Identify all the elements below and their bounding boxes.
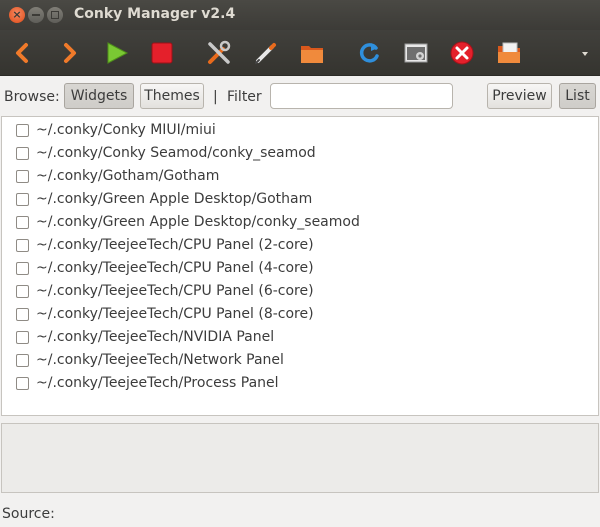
- checkbox[interactable]: [16, 261, 29, 275]
- menu-icon[interactable]: [571, 39, 591, 67]
- browse-bar: Browse: Widgets Themes | Filter Preview …: [0, 78, 600, 116]
- list-item[interactable]: ~/.conky/Green Apple Desktop/conky_seamo…: [16, 212, 360, 232]
- source-label: Source:: [2, 506, 55, 522]
- checkbox[interactable]: [16, 376, 29, 390]
- list-item[interactable]: ~/.conky/Gotham/Gotham: [16, 166, 219, 186]
- open-folder-icon[interactable]: [298, 39, 326, 67]
- next-icon[interactable]: [56, 39, 84, 67]
- start-icon[interactable]: [103, 39, 131, 67]
- checkbox[interactable]: [16, 353, 29, 367]
- checkbox[interactable]: [16, 284, 29, 298]
- separator: |: [213, 89, 218, 105]
- minimize-window-button[interactable]: [28, 7, 44, 23]
- widgets-button[interactable]: Widgets: [64, 83, 134, 109]
- checkbox[interactable]: [16, 192, 29, 206]
- stop-icon[interactable]: [148, 39, 176, 67]
- themes-button[interactable]: Themes: [140, 83, 204, 109]
- kill-icon[interactable]: [448, 39, 476, 67]
- filter-label: Filter: [227, 89, 262, 105]
- edit-icon[interactable]: [252, 39, 280, 67]
- widget-list: ~/.conky/Conky MIUI/miui ~/.conky/Conky …: [1, 116, 599, 416]
- list-item[interactable]: ~/.conky/Conky Seamod/conky_seamod: [16, 143, 316, 163]
- checkbox[interactable]: [16, 146, 29, 160]
- filter-input[interactable]: [270, 83, 453, 109]
- list-item[interactable]: ~/.conky/TeejeeTech/NVIDIA Panel: [16, 327, 274, 347]
- window-title: Conky Manager v2.4: [74, 6, 236, 22]
- list-item[interactable]: ~/.conky/TeejeeTech/Process Panel: [16, 373, 279, 393]
- refresh-icon[interactable]: [355, 39, 383, 67]
- settings-icon[interactable]: [205, 39, 233, 67]
- checkbox[interactable]: [16, 330, 29, 344]
- list-item[interactable]: ~/.conky/TeejeeTech/CPU Panel (6-core): [16, 281, 314, 301]
- title-bar: × Conky Manager v2.4: [0, 0, 600, 30]
- info-panel: [1, 423, 599, 493]
- list-item[interactable]: ~/.conky/TeejeeTech/CPU Panel (2-core): [16, 235, 314, 255]
- export-icon[interactable]: [495, 39, 523, 67]
- list-item[interactable]: ~/.conky/TeejeeTech/CPU Panel (8-core): [16, 304, 314, 324]
- checkbox[interactable]: [16, 123, 29, 137]
- previous-icon[interactable]: [8, 39, 36, 67]
- list-item[interactable]: ~/.conky/Conky MIUI/miui: [16, 120, 216, 140]
- checkbox[interactable]: [16, 238, 29, 252]
- close-window-button[interactable]: ×: [9, 7, 25, 23]
- browse-label: Browse:: [4, 89, 60, 105]
- checkbox[interactable]: [16, 307, 29, 321]
- list-item[interactable]: ~/.conky/Green Apple Desktop/Gotham: [16, 189, 312, 209]
- list-item[interactable]: ~/.conky/TeejeeTech/Network Panel: [16, 350, 284, 370]
- list-item[interactable]: ~/.conky/TeejeeTech/CPU Panel (4-core): [16, 258, 314, 278]
- toolbar: [0, 30, 600, 76]
- desktop-settings-icon[interactable]: [402, 39, 430, 67]
- checkbox[interactable]: [16, 215, 29, 229]
- checkbox[interactable]: [16, 169, 29, 183]
- preview-button[interactable]: Preview: [487, 83, 552, 109]
- maximize-window-button[interactable]: [47, 7, 63, 23]
- list-button[interactable]: List: [559, 83, 596, 109]
